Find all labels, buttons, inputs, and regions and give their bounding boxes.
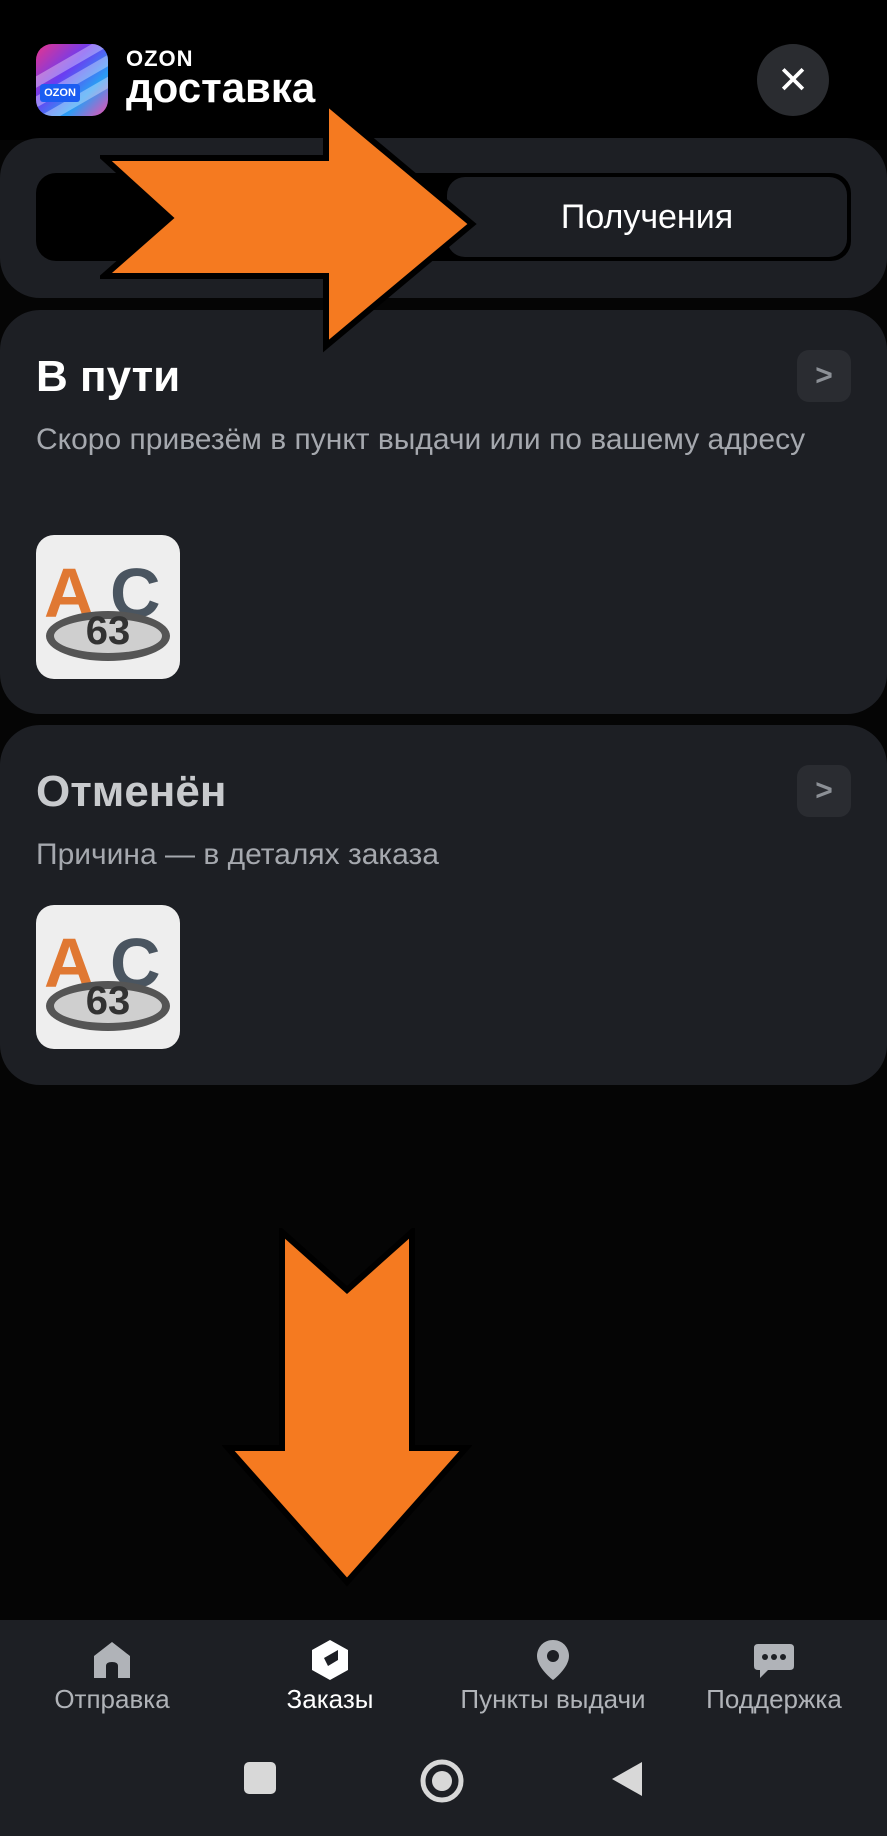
nav-item-sending[interactable]: Отправка <box>22 1620 202 1740</box>
chevron-right-icon[interactable]: > <box>797 765 851 817</box>
back-icon[interactable] <box>610 1760 644 1798</box>
order-card-in-transit[interactable]: В пути > Скоро привезём в пункт выдачи и… <box>0 310 887 714</box>
annotation-arrow-down-icon <box>222 1228 472 1587</box>
chevron-right-icon[interactable]: > <box>797 350 851 402</box>
card-title: Отменён <box>36 767 227 816</box>
card-subtitle: Скоро привезём в пункт выдачи или по ваш… <box>36 423 806 456</box>
card-subtitle: Причина — в деталях заказа <box>36 838 439 871</box>
orders-icon <box>312 1640 348 1680</box>
close-button[interactable]: ✕ <box>757 44 829 116</box>
location-pin-icon <box>537 1640 569 1680</box>
nav-item-orders[interactable]: Заказы <box>240 1620 420 1740</box>
close-icon: ✕ <box>777 59 809 102</box>
tab-receiving[interactable]: Получения <box>447 177 847 257</box>
product-thumbnail[interactable]: A C 63 <box>36 535 180 679</box>
home-button-icon[interactable] <box>419 1758 465 1804</box>
nav-item-support[interactable]: Поддержка <box>684 1620 864 1740</box>
chat-icon <box>754 1644 794 1678</box>
nav-item-pickup-points[interactable]: Пункты выдачи <box>448 1620 658 1740</box>
recent-apps-icon[interactable] <box>242 1760 278 1796</box>
order-card-cancelled[interactable]: Отменён > Причина — в деталях заказа A C… <box>0 725 887 1085</box>
ozon-delivery-logo: OZON <box>36 44 108 116</box>
home-icon <box>94 1642 130 1678</box>
product-thumbnail[interactable]: A C 63 <box>36 905 180 1049</box>
card-title: В пути <box>36 352 181 401</box>
annotation-arrow-right-icon <box>100 98 477 353</box>
